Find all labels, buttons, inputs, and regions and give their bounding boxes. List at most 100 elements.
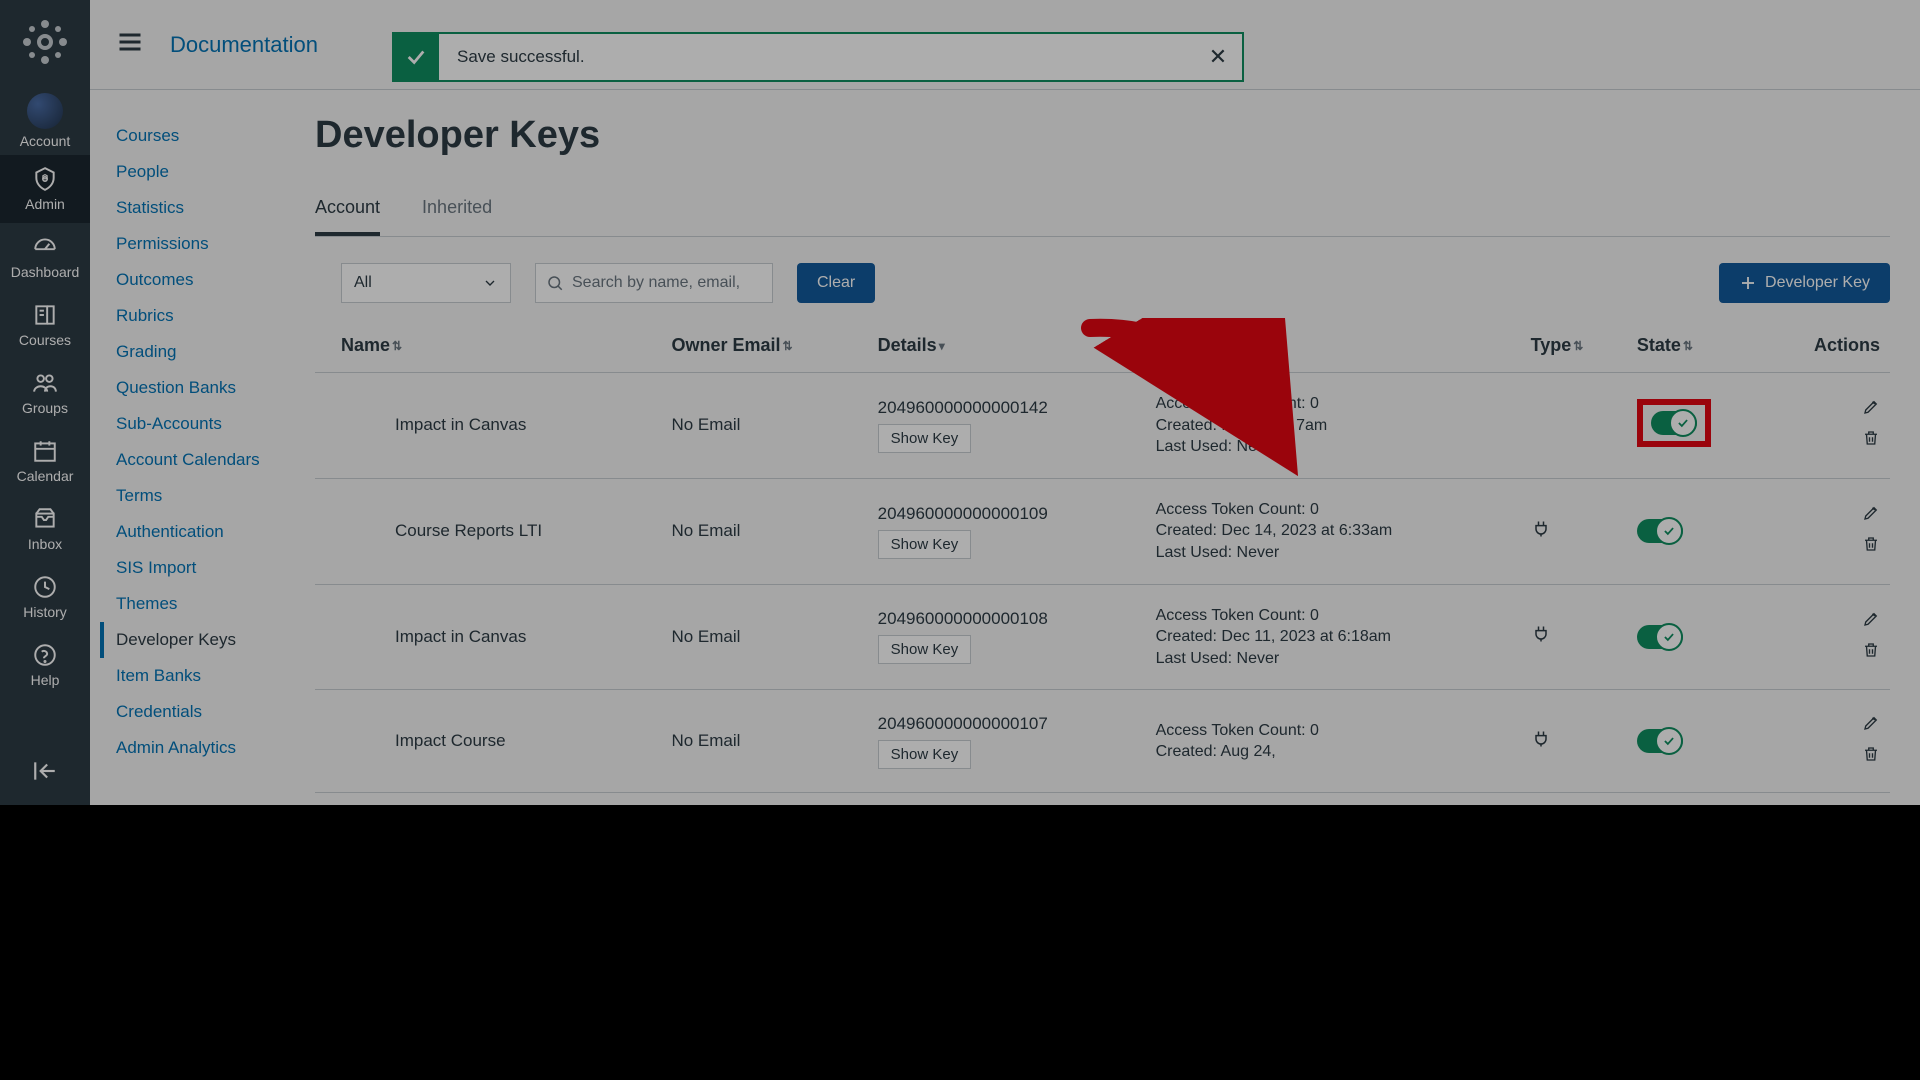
show-key-button[interactable]: Show Key (878, 424, 972, 453)
nav-account[interactable]: Account (0, 87, 90, 155)
edit-button[interactable] (1862, 714, 1880, 737)
calendar-icon (32, 438, 58, 464)
search-input[interactable]: Search by name, email, (535, 263, 773, 303)
table-row: Course Reports LTINo Email20496000000000… (315, 478, 1890, 584)
state-toggle[interactable] (1637, 625, 1683, 649)
history-icon (32, 574, 58, 600)
subnav-item[interactable]: Credentials (100, 694, 315, 730)
subnav-item[interactable]: Question Banks (100, 370, 315, 406)
add-developer-key-button[interactable]: Developer Key (1719, 263, 1890, 303)
delete-button[interactable] (1862, 641, 1880, 664)
nav-dashboard[interactable]: Dashboard (0, 223, 90, 291)
page-title: Developer Keys (315, 114, 1890, 157)
table-row: Impact CourseNo Email204960000000000107S… (315, 690, 1890, 793)
dev-key-tabs: Account Inherited (315, 187, 1890, 237)
col-stats[interactable]: Stats (1156, 335, 1200, 355)
subnav-item[interactable]: SIS Import (100, 550, 315, 586)
nav-label: Account (20, 133, 71, 149)
toast-success-icon (393, 33, 439, 81)
hamburger-icon[interactable] (116, 28, 144, 61)
nav-admin[interactable]: Admin (0, 155, 90, 223)
developer-keys-table: Name⇅ Owner Email⇅ Details▾ Stats⇅ Type⇅… (315, 323, 1890, 793)
subnav-item[interactable]: Statistics (100, 190, 315, 226)
row-type (1521, 373, 1627, 479)
canvas-logo-icon (21, 18, 69, 71)
nav-label: History (23, 604, 67, 620)
subnav-item[interactable]: Sub-Accounts (100, 406, 315, 442)
subnav-item[interactable]: Outcomes (100, 262, 315, 298)
table-row: Impact in CanvasNo Email2049600000000001… (315, 373, 1890, 479)
search-icon (546, 274, 564, 292)
subnav-item[interactable]: Account Calendars (100, 442, 315, 478)
col-name[interactable]: Name (341, 335, 390, 355)
show-key-button[interactable]: Show Key (878, 740, 972, 769)
subnav-item[interactable]: Developer Keys (100, 622, 315, 658)
row-details: 204960000000000108Show Key (868, 584, 1146, 690)
row-type (1521, 690, 1627, 793)
row-owner: No Email (661, 373, 867, 479)
subnav-item[interactable]: Terms (100, 478, 315, 514)
col-type[interactable]: Type (1531, 335, 1572, 355)
row-actions (1764, 584, 1890, 690)
plus-icon (1739, 274, 1757, 292)
toast-message: Save successful. (439, 47, 1193, 67)
show-key-button[interactable]: Show Key (878, 530, 972, 559)
row-stats: Access Token Count: 0Created: Aug 24, (1146, 690, 1521, 793)
groups-icon (32, 370, 58, 396)
nav-courses[interactable]: Courses (0, 291, 90, 359)
subnav-item[interactable]: Permissions (100, 226, 315, 262)
subnav-item[interactable]: Courses (100, 118, 315, 154)
delete-button[interactable] (1862, 429, 1880, 452)
search-placeholder: Search by name, email, (572, 274, 740, 292)
account-icon (27, 93, 63, 129)
breadcrumb[interactable]: Documentation (170, 32, 318, 58)
row-actions (1764, 478, 1890, 584)
toast: Save successful. ✕ (392, 32, 1244, 82)
delete-button[interactable] (1862, 535, 1880, 558)
filter-select-value: All (354, 274, 372, 292)
row-type (1521, 584, 1627, 690)
col-owner[interactable]: Owner Email (671, 335, 780, 355)
state-toggle[interactable] (1651, 411, 1697, 435)
collapse-nav-icon[interactable] (32, 742, 58, 805)
nav-calendar[interactable]: Calendar (0, 427, 90, 495)
row-owner: No Email (661, 690, 867, 793)
nav-history[interactable]: History (0, 563, 90, 631)
subnav-item[interactable]: Rubrics (100, 298, 315, 334)
tab-inherited[interactable]: Inherited (422, 187, 492, 236)
row-state (1627, 373, 1764, 479)
row-name: Impact in Canvas (315, 373, 661, 479)
state-toggle[interactable] (1637, 729, 1683, 753)
row-name: Course Reports LTI (315, 478, 661, 584)
delete-button[interactable] (1862, 745, 1880, 768)
edit-button[interactable] (1862, 610, 1880, 633)
inbox-icon (32, 506, 58, 532)
tab-account[interactable]: Account (315, 187, 380, 236)
edit-button[interactable] (1862, 504, 1880, 527)
state-toggle[interactable] (1637, 519, 1683, 543)
row-details: 204960000000000142Show Key (868, 373, 1146, 479)
col-state[interactable]: State (1637, 335, 1681, 355)
nav-label: Calendar (17, 468, 74, 484)
nav-label: Admin (25, 196, 65, 212)
show-key-button[interactable]: Show Key (878, 635, 972, 664)
subnav-item[interactable]: Item Banks (100, 658, 315, 694)
filter-select[interactable]: All (341, 263, 511, 303)
nav-groups[interactable]: Groups (0, 359, 90, 427)
row-details: 204960000000000107Show Key (868, 690, 1146, 793)
subnav-item[interactable]: Admin Analytics (100, 730, 315, 766)
content-column: Developer Keys Account Inherited All Sear… (315, 90, 1920, 805)
admin-subnav: CoursesPeopleStatisticsPermissionsOutcom… (90, 90, 315, 805)
toast-close-button[interactable]: ✕ (1193, 44, 1243, 70)
subnav-item[interactable]: People (100, 154, 315, 190)
main-content: Documentation CoursesPeopleStatisticsPer… (90, 0, 1920, 805)
subnav-item[interactable]: Themes (100, 586, 315, 622)
row-stats: Access Token Count: 0Created: Dec 11, 20… (1146, 584, 1521, 690)
nav-inbox[interactable]: Inbox (0, 495, 90, 563)
col-details[interactable]: Details (878, 335, 937, 355)
nav-help[interactable]: Help (0, 631, 90, 699)
clear-button[interactable]: Clear (797, 263, 875, 303)
subnav-item[interactable]: Authentication (100, 514, 315, 550)
edit-button[interactable] (1862, 398, 1880, 421)
subnav-item[interactable]: Grading (100, 334, 315, 370)
